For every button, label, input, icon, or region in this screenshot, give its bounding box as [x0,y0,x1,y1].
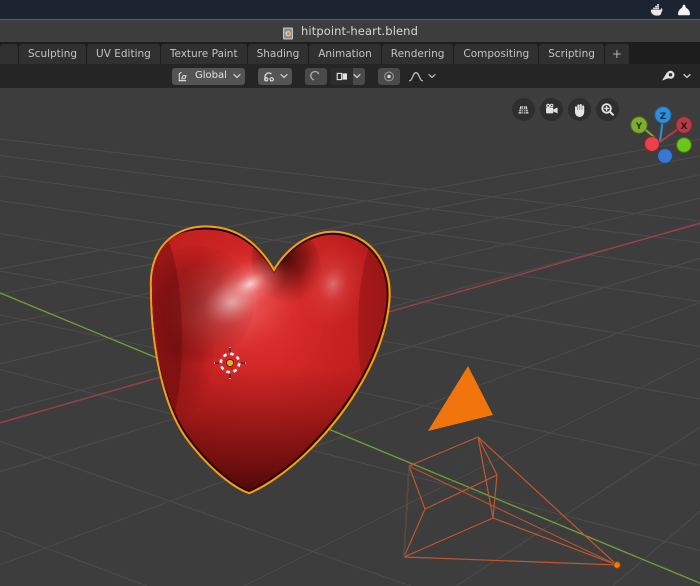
gizmo-axis-z[interactable]: Z [654,106,672,124]
toggle-perspective-ortho-button[interactable] [512,98,535,121]
proportional-falloff-icon[interactable] [378,68,400,85]
blender-file-icon [282,25,295,39]
viewport-header: Global [0,64,700,88]
transform-orientation-value: Global [195,70,227,81]
proportional-falloff-toggle[interactable] [377,67,400,85]
workspace-tab-bar: Sculpting UV Editing Texture Paint Shadi… [0,42,700,64]
gizmo-axis-neg-x[interactable] [644,136,660,152]
heart-mesh [149,225,391,495]
svg-text:X: X [681,122,688,132]
orientation-global-icon [172,68,193,85]
workspace-tab-rendering[interactable]: Rendering [381,44,455,64]
svg-text:Z: Z [660,112,667,122]
object-visibility-dropdown[interactable] [656,68,694,85]
transform-orientation-dropdown[interactable]: Global [172,67,245,85]
object-visibility-icon[interactable] [656,68,682,85]
add-workspace-button[interactable]: + [604,44,630,64]
window-title-bar: hitpoint-heart.blend [0,19,700,42]
cloud-icon[interactable] [676,2,692,18]
chevron-down-icon[interactable] [280,68,292,85]
viewport-header-right-tools [656,64,694,88]
workspace-tab-compositing[interactable]: Compositing [454,44,540,64]
grid-perspective-icon [516,102,531,117]
magnifier-plus-icon [600,102,615,117]
chevron-down-icon[interactable] [428,68,440,85]
workspace-tab-texture-paint[interactable]: Texture Paint [160,44,248,64]
smooth-falloff-icon[interactable] [404,68,428,85]
3d-viewport[interactable]: Z Y X [0,88,700,586]
magnet-icon[interactable] [258,68,280,85]
mirror-options-dropdown[interactable] [330,67,365,85]
workspace-tab-modeling[interactable] [0,44,19,64]
mirror-x-icon[interactable] [330,67,353,85]
system-tray [649,2,692,18]
hand-icon [573,102,587,117]
chevron-down-icon[interactable] [233,68,245,85]
window-title-text: hitpoint-heart.blend [301,24,418,38]
camera-icon [544,102,560,117]
workspace-tab-shading[interactable]: Shading [247,44,310,64]
gizmo-axis-neg-z[interactable] [657,148,673,164]
pan-view-button[interactable] [568,98,591,121]
viewport-header-tools: Global [172,64,440,88]
workspace-tab-sculpting[interactable]: Sculpting [19,44,88,64]
proportional-edit-toggle[interactable] [304,67,327,85]
viewport-nav-buttons [512,98,619,121]
falloff-curve-dropdown[interactable] [404,68,440,85]
chevron-down-icon[interactable] [682,68,694,85]
chevron-down-icon[interactable] [353,68,365,85]
os-menu-bar [0,0,700,19]
gizmo-axis-neg-y[interactable] [676,137,692,153]
workspace-tab-animation[interactable]: Animation [309,44,382,64]
workspace-tab-uv-editing[interactable]: UV Editing [87,44,161,64]
view-axis-gizmo[interactable]: Z Y X [624,98,696,170]
viewport-canvas [0,138,700,586]
snapping-dropdown[interactable] [257,67,292,85]
camera-view-button[interactable] [540,98,563,121]
gizmo-axis-y[interactable]: Y [630,116,648,134]
svg-text:Y: Y [635,122,643,132]
docker-icon[interactable] [649,2,665,18]
camera-up-triangle [428,366,493,431]
camera-origin-dot [613,561,621,569]
workspace-tab-scripting[interactable]: Scripting [539,44,605,64]
proportional-edit-icon[interactable] [305,68,327,85]
window-title-group: hitpoint-heart.blend [282,24,418,39]
gizmo-axis-x[interactable]: X [675,116,693,134]
zoom-view-button[interactable] [596,98,619,121]
